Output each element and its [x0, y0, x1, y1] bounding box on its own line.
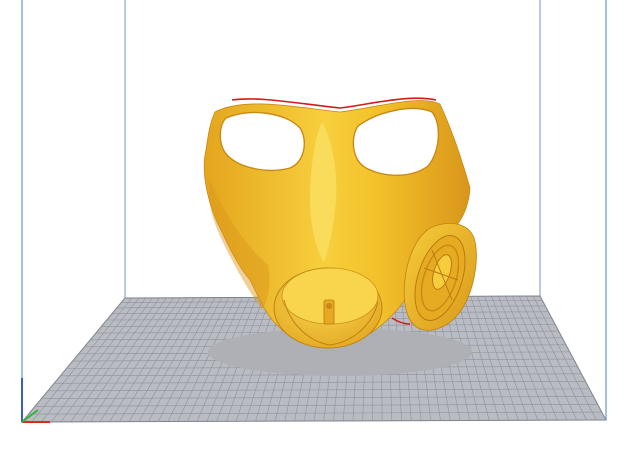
- 3d-viewport[interactable]: [0, 0, 628, 472]
- scene-canvas[interactable]: [0, 0, 628, 472]
